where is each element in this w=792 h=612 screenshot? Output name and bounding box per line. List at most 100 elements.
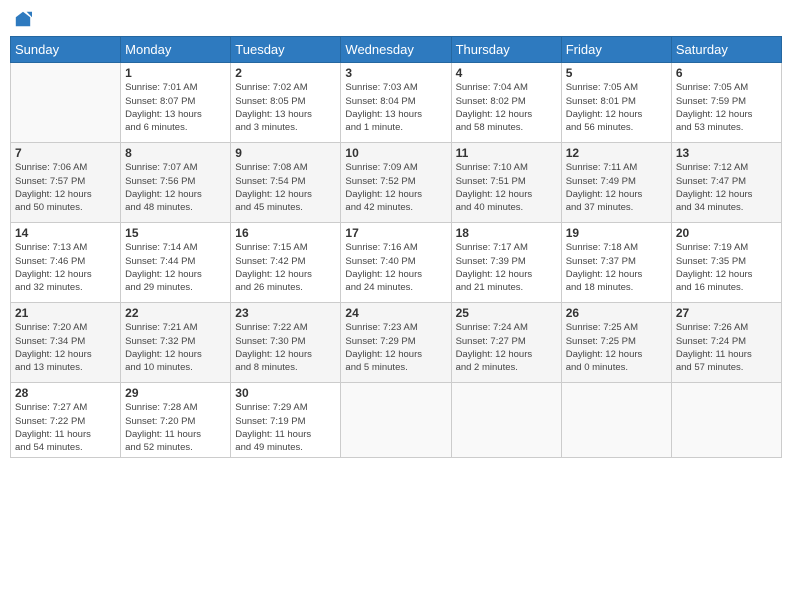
calendar-cell: 14Sunrise: 7:13 AM Sunset: 7:46 PM Dayli…: [11, 223, 121, 303]
day-info: Sunrise: 7:26 AM Sunset: 7:24 PM Dayligh…: [676, 321, 777, 374]
calendar-cell: 16Sunrise: 7:15 AM Sunset: 7:42 PM Dayli…: [231, 223, 341, 303]
day-info: Sunrise: 7:21 AM Sunset: 7:32 PM Dayligh…: [125, 321, 226, 374]
day-info: Sunrise: 7:10 AM Sunset: 7:51 PM Dayligh…: [456, 161, 557, 214]
day-info: Sunrise: 7:16 AM Sunset: 7:40 PM Dayligh…: [345, 241, 446, 294]
day-info: Sunrise: 7:27 AM Sunset: 7:22 PM Dayligh…: [15, 401, 116, 454]
day-info: Sunrise: 7:23 AM Sunset: 7:29 PM Dayligh…: [345, 321, 446, 374]
day-info: Sunrise: 7:08 AM Sunset: 7:54 PM Dayligh…: [235, 161, 336, 214]
day-number: 1: [125, 66, 226, 80]
logo-general-text: [14, 10, 32, 28]
calendar-cell: [11, 63, 121, 143]
calendar-cell: 19Sunrise: 7:18 AM Sunset: 7:37 PM Dayli…: [561, 223, 671, 303]
calendar-week-row: 7Sunrise: 7:06 AM Sunset: 7:57 PM Daylig…: [11, 143, 782, 223]
calendar-cell: [561, 383, 671, 458]
day-number: 6: [676, 66, 777, 80]
day-number: 30: [235, 386, 336, 400]
day-number: 29: [125, 386, 226, 400]
weekday-header: Friday: [561, 37, 671, 63]
calendar-cell: 21Sunrise: 7:20 AM Sunset: 7:34 PM Dayli…: [11, 303, 121, 383]
day-number: 8: [125, 146, 226, 160]
day-number: 18: [456, 226, 557, 240]
day-number: 25: [456, 306, 557, 320]
day-number: 11: [456, 146, 557, 160]
logo-icon: [14, 10, 32, 28]
day-number: 15: [125, 226, 226, 240]
day-info: Sunrise: 7:09 AM Sunset: 7:52 PM Dayligh…: [345, 161, 446, 214]
calendar-cell: 30Sunrise: 7:29 AM Sunset: 7:19 PM Dayli…: [231, 383, 341, 458]
calendar-cell: 28Sunrise: 7:27 AM Sunset: 7:22 PM Dayli…: [11, 383, 121, 458]
day-number: 22: [125, 306, 226, 320]
weekday-header: Thursday: [451, 37, 561, 63]
calendar-cell: 15Sunrise: 7:14 AM Sunset: 7:44 PM Dayli…: [121, 223, 231, 303]
day-number: 27: [676, 306, 777, 320]
day-number: 16: [235, 226, 336, 240]
day-info: Sunrise: 7:19 AM Sunset: 7:35 PM Dayligh…: [676, 241, 777, 294]
day-info: Sunrise: 7:28 AM Sunset: 7:20 PM Dayligh…: [125, 401, 226, 454]
day-number: 10: [345, 146, 446, 160]
weekday-header: Saturday: [671, 37, 781, 63]
weekday-header: Wednesday: [341, 37, 451, 63]
day-info: Sunrise: 7:07 AM Sunset: 7:56 PM Dayligh…: [125, 161, 226, 214]
calendar-cell: 9Sunrise: 7:08 AM Sunset: 7:54 PM Daylig…: [231, 143, 341, 223]
calendar-week-row: 14Sunrise: 7:13 AM Sunset: 7:46 PM Dayli…: [11, 223, 782, 303]
calendar-cell: 11Sunrise: 7:10 AM Sunset: 7:51 PM Dayli…: [451, 143, 561, 223]
day-info: Sunrise: 7:04 AM Sunset: 8:02 PM Dayligh…: [456, 81, 557, 134]
calendar-cell: [341, 383, 451, 458]
day-number: 3: [345, 66, 446, 80]
day-number: 13: [676, 146, 777, 160]
calendar-cell: 7Sunrise: 7:06 AM Sunset: 7:57 PM Daylig…: [11, 143, 121, 223]
day-info: Sunrise: 7:24 AM Sunset: 7:27 PM Dayligh…: [456, 321, 557, 374]
day-number: 24: [345, 306, 446, 320]
day-number: 2: [235, 66, 336, 80]
calendar-cell: 12Sunrise: 7:11 AM Sunset: 7:49 PM Dayli…: [561, 143, 671, 223]
day-number: 23: [235, 306, 336, 320]
day-info: Sunrise: 7:03 AM Sunset: 8:04 PM Dayligh…: [345, 81, 446, 134]
day-number: 9: [235, 146, 336, 160]
day-number: 28: [15, 386, 116, 400]
calendar-cell: 10Sunrise: 7:09 AM Sunset: 7:52 PM Dayli…: [341, 143, 451, 223]
day-number: 4: [456, 66, 557, 80]
day-number: 17: [345, 226, 446, 240]
calendar-cell: 5Sunrise: 7:05 AM Sunset: 8:01 PM Daylig…: [561, 63, 671, 143]
day-number: 14: [15, 226, 116, 240]
day-info: Sunrise: 7:17 AM Sunset: 7:39 PM Dayligh…: [456, 241, 557, 294]
calendar-week-row: 1Sunrise: 7:01 AM Sunset: 8:07 PM Daylig…: [11, 63, 782, 143]
day-info: Sunrise: 7:15 AM Sunset: 7:42 PM Dayligh…: [235, 241, 336, 294]
day-info: Sunrise: 7:14 AM Sunset: 7:44 PM Dayligh…: [125, 241, 226, 294]
calendar-cell: 23Sunrise: 7:22 AM Sunset: 7:30 PM Dayli…: [231, 303, 341, 383]
day-number: 21: [15, 306, 116, 320]
day-number: 19: [566, 226, 667, 240]
calendar-cell: 8Sunrise: 7:07 AM Sunset: 7:56 PM Daylig…: [121, 143, 231, 223]
calendar-cell: 3Sunrise: 7:03 AM Sunset: 8:04 PM Daylig…: [341, 63, 451, 143]
calendar-cell: 4Sunrise: 7:04 AM Sunset: 8:02 PM Daylig…: [451, 63, 561, 143]
day-number: 26: [566, 306, 667, 320]
calendar-week-row: 21Sunrise: 7:20 AM Sunset: 7:34 PM Dayli…: [11, 303, 782, 383]
day-info: Sunrise: 7:18 AM Sunset: 7:37 PM Dayligh…: [566, 241, 667, 294]
weekday-header: Monday: [121, 37, 231, 63]
calendar-cell: 18Sunrise: 7:17 AM Sunset: 7:39 PM Dayli…: [451, 223, 561, 303]
day-info: Sunrise: 7:29 AM Sunset: 7:19 PM Dayligh…: [235, 401, 336, 454]
calendar-table: SundayMondayTuesdayWednesdayThursdayFrid…: [10, 36, 782, 458]
calendar-cell: 17Sunrise: 7:16 AM Sunset: 7:40 PM Dayli…: [341, 223, 451, 303]
day-number: 12: [566, 146, 667, 160]
page-header: [10, 10, 782, 28]
calendar-cell: 20Sunrise: 7:19 AM Sunset: 7:35 PM Dayli…: [671, 223, 781, 303]
weekday-header: Sunday: [11, 37, 121, 63]
day-info: Sunrise: 7:11 AM Sunset: 7:49 PM Dayligh…: [566, 161, 667, 214]
day-number: 5: [566, 66, 667, 80]
calendar-cell: 13Sunrise: 7:12 AM Sunset: 7:47 PM Dayli…: [671, 143, 781, 223]
calendar-week-row: 28Sunrise: 7:27 AM Sunset: 7:22 PM Dayli…: [11, 383, 782, 458]
day-info: Sunrise: 7:25 AM Sunset: 7:25 PM Dayligh…: [566, 321, 667, 374]
calendar-cell: 27Sunrise: 7:26 AM Sunset: 7:24 PM Dayli…: [671, 303, 781, 383]
calendar-cell: 25Sunrise: 7:24 AM Sunset: 7:27 PM Dayli…: [451, 303, 561, 383]
day-info: Sunrise: 7:05 AM Sunset: 8:01 PM Dayligh…: [566, 81, 667, 134]
weekday-header: Tuesday: [231, 37, 341, 63]
calendar-cell: [451, 383, 561, 458]
calendar-cell: 24Sunrise: 7:23 AM Sunset: 7:29 PM Dayli…: [341, 303, 451, 383]
calendar-cell: 29Sunrise: 7:28 AM Sunset: 7:20 PM Dayli…: [121, 383, 231, 458]
calendar-cell: 6Sunrise: 7:05 AM Sunset: 7:59 PM Daylig…: [671, 63, 781, 143]
day-info: Sunrise: 7:02 AM Sunset: 8:05 PM Dayligh…: [235, 81, 336, 134]
day-info: Sunrise: 7:22 AM Sunset: 7:30 PM Dayligh…: [235, 321, 336, 374]
day-info: Sunrise: 7:06 AM Sunset: 7:57 PM Dayligh…: [15, 161, 116, 214]
calendar-cell: 22Sunrise: 7:21 AM Sunset: 7:32 PM Dayli…: [121, 303, 231, 383]
